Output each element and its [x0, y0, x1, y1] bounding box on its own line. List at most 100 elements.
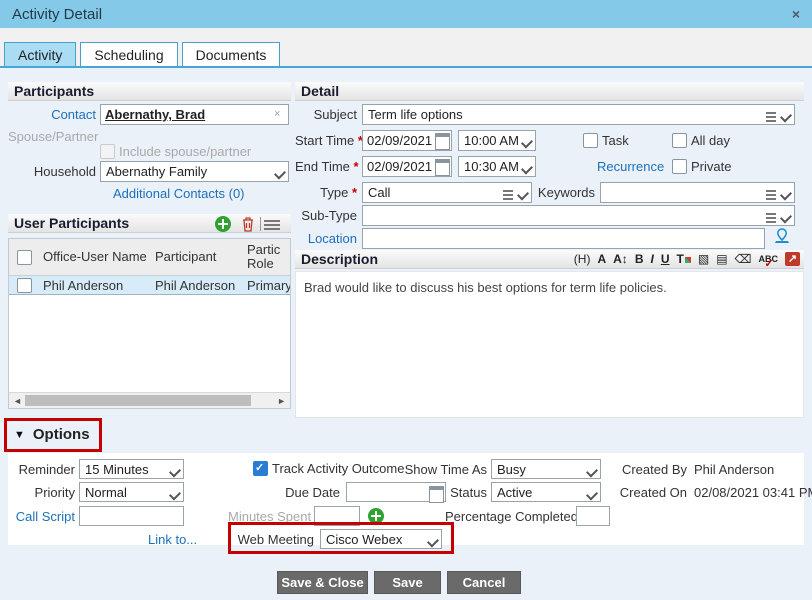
options-panel: Reminder 15 Minutes Track Activity Outco…	[8, 453, 804, 545]
include-spouse-checkbox[interactable]	[100, 144, 115, 159]
web-meeting-label: Web Meeting	[236, 532, 314, 547]
chevron-down-icon	[522, 165, 530, 173]
list-icon[interactable]	[766, 110, 776, 124]
italic-icon[interactable]: I	[650, 251, 653, 267]
bold-icon[interactable]: B	[635, 251, 644, 267]
clear-formatting-icon[interactable]: ⌫	[735, 251, 752, 267]
divider	[260, 217, 261, 231]
paste-icon[interactable]: ▤	[716, 251, 727, 267]
column-participant-role: Partic Role	[243, 241, 290, 273]
web-meeting-select[interactable]: Cisco Webex	[320, 529, 442, 549]
options-header: Options	[33, 426, 90, 443]
reminder-select[interactable]: 15 Minutes	[79, 459, 184, 479]
tab-documents[interactable]: Documents	[182, 42, 281, 66]
chevron-down-icon	[781, 113, 789, 121]
contact-label[interactable]: Contact	[8, 107, 96, 122]
scrollbar-thumb[interactable]	[25, 395, 251, 406]
add-participant-icon[interactable]	[215, 216, 231, 232]
chevron-down-icon	[275, 170, 283, 178]
cancel-button[interactable]: Cancel	[447, 571, 521, 594]
minutes-spent-label: Minutes Spent	[228, 509, 308, 524]
chevron-down-icon	[428, 538, 436, 546]
save-button[interactable]: Save	[374, 571, 441, 594]
close-icon[interactable]: ×	[792, 6, 800, 22]
list-icon[interactable]	[503, 188, 513, 202]
additional-contacts-link[interactable]: Additional Contacts (0)	[113, 186, 245, 201]
spell-check-icon[interactable]: ABC	[759, 251, 779, 267]
location-label[interactable]: Location	[295, 231, 357, 246]
location-input[interactable]	[362, 228, 765, 249]
type-combobox[interactable]: Call	[362, 182, 532, 203]
table-row[interactable]: Phil Anderson Phil Anderson Primary	[9, 276, 290, 295]
keywords-label: Keywords	[535, 185, 595, 200]
delete-participant-icon[interactable]	[241, 216, 255, 232]
tab-scheduling[interactable]: Scheduling	[80, 42, 177, 66]
participant-name: Phil Anderson	[151, 278, 243, 293]
task-checkbox[interactable]	[583, 133, 598, 148]
save-and-close-button[interactable]: Save & Close	[277, 571, 368, 594]
end-time-label: End Time	[295, 159, 357, 174]
end-time-select[interactable]: 10:30 AM	[458, 156, 536, 177]
chevron-down-icon	[587, 491, 595, 499]
scroll-left-icon[interactable]: ◄	[13, 396, 22, 406]
calendar-icon[interactable]	[435, 159, 450, 176]
row-checkbox[interactable]	[17, 278, 32, 293]
tab-activity[interactable]: Activity	[4, 42, 76, 66]
recurrence-link[interactable]: Recurrence	[597, 159, 664, 174]
household-select[interactable]: Abernathy Family	[100, 161, 289, 182]
participants-header: Participants	[8, 82, 291, 101]
start-time-label: Start Time	[295, 133, 357, 148]
status-select[interactable]: Active	[491, 482, 601, 502]
all-day-checkbox[interactable]	[672, 133, 687, 148]
html-source-icon[interactable]: (H)	[574, 251, 591, 267]
menu-icon[interactable]	[264, 218, 280, 232]
private-checkbox[interactable]	[672, 159, 687, 174]
type-label: Type	[295, 185, 357, 200]
priority-label: Priority	[8, 485, 75, 500]
start-time-select[interactable]: 10:00 AM	[458, 130, 536, 151]
font-icon[interactable]: A	[597, 251, 606, 267]
call-script-label[interactable]: Call Script	[8, 509, 75, 524]
contact-input[interactable]	[100, 104, 289, 125]
percentage-completed-input[interactable]	[576, 506, 610, 526]
underline-icon[interactable]: U	[661, 251, 670, 267]
due-date-label: Due Date	[258, 485, 340, 500]
link-to-link[interactable]: Link to...	[148, 532, 197, 547]
show-time-as-select[interactable]: Busy	[491, 459, 601, 479]
dialog-title: Activity Detail	[12, 6, 102, 23]
list-icon[interactable]	[766, 188, 776, 202]
minutes-spent-input[interactable]	[314, 506, 360, 526]
private-label: Private	[691, 159, 731, 174]
list-icon[interactable]	[766, 211, 776, 225]
chevron-down-icon	[518, 191, 526, 199]
horizontal-scrollbar[interactable]: ◄ ►	[9, 392, 290, 408]
chevron-down-icon	[170, 468, 178, 476]
font-color-icon[interactable]: T	[677, 251, 691, 267]
created-by-label: Created By	[617, 462, 687, 477]
font-size-icon[interactable]: A↕	[613, 251, 628, 267]
activity-detail-dialog: Activity Detail × Activity Scheduling Do…	[0, 0, 812, 600]
detail-header: Detail	[295, 82, 804, 101]
track-activity-outcome-checkbox[interactable]	[253, 461, 268, 476]
column-office-user: Office-User Name	[39, 248, 151, 266]
expand-icon[interactable]: ↗	[785, 252, 800, 266]
description-textarea[interactable]: Brad would like to discuss his best opti…	[295, 271, 804, 418]
calendar-icon[interactable]	[435, 133, 450, 150]
call-script-input[interactable]	[79, 506, 184, 526]
user-participants-table: Office-User Name Participant Partic Role…	[8, 238, 291, 409]
detail-section: Detail Subject Term life options Start T…	[295, 82, 804, 418]
status-label: Status	[397, 485, 487, 500]
contact-clear-icon[interactable]: ×	[274, 108, 280, 120]
participant-role: Primary	[243, 278, 290, 293]
add-minutes-icon[interactable]	[368, 508, 384, 524]
map-location-icon[interactable]	[774, 228, 790, 244]
chevron-down-icon	[781, 214, 789, 222]
sub-type-combobox[interactable]	[362, 205, 795, 226]
scroll-right-icon[interactable]: ►	[277, 396, 286, 406]
select-all-checkbox[interactable]	[17, 250, 32, 265]
keywords-combobox[interactable]	[600, 182, 795, 203]
priority-select[interactable]: Normal	[79, 482, 184, 502]
options-section-toggle[interactable]: ▼ Options	[14, 426, 90, 443]
subject-combobox[interactable]: Term life options	[362, 104, 795, 125]
highlight-color-icon[interactable]: ▧	[698, 251, 709, 267]
